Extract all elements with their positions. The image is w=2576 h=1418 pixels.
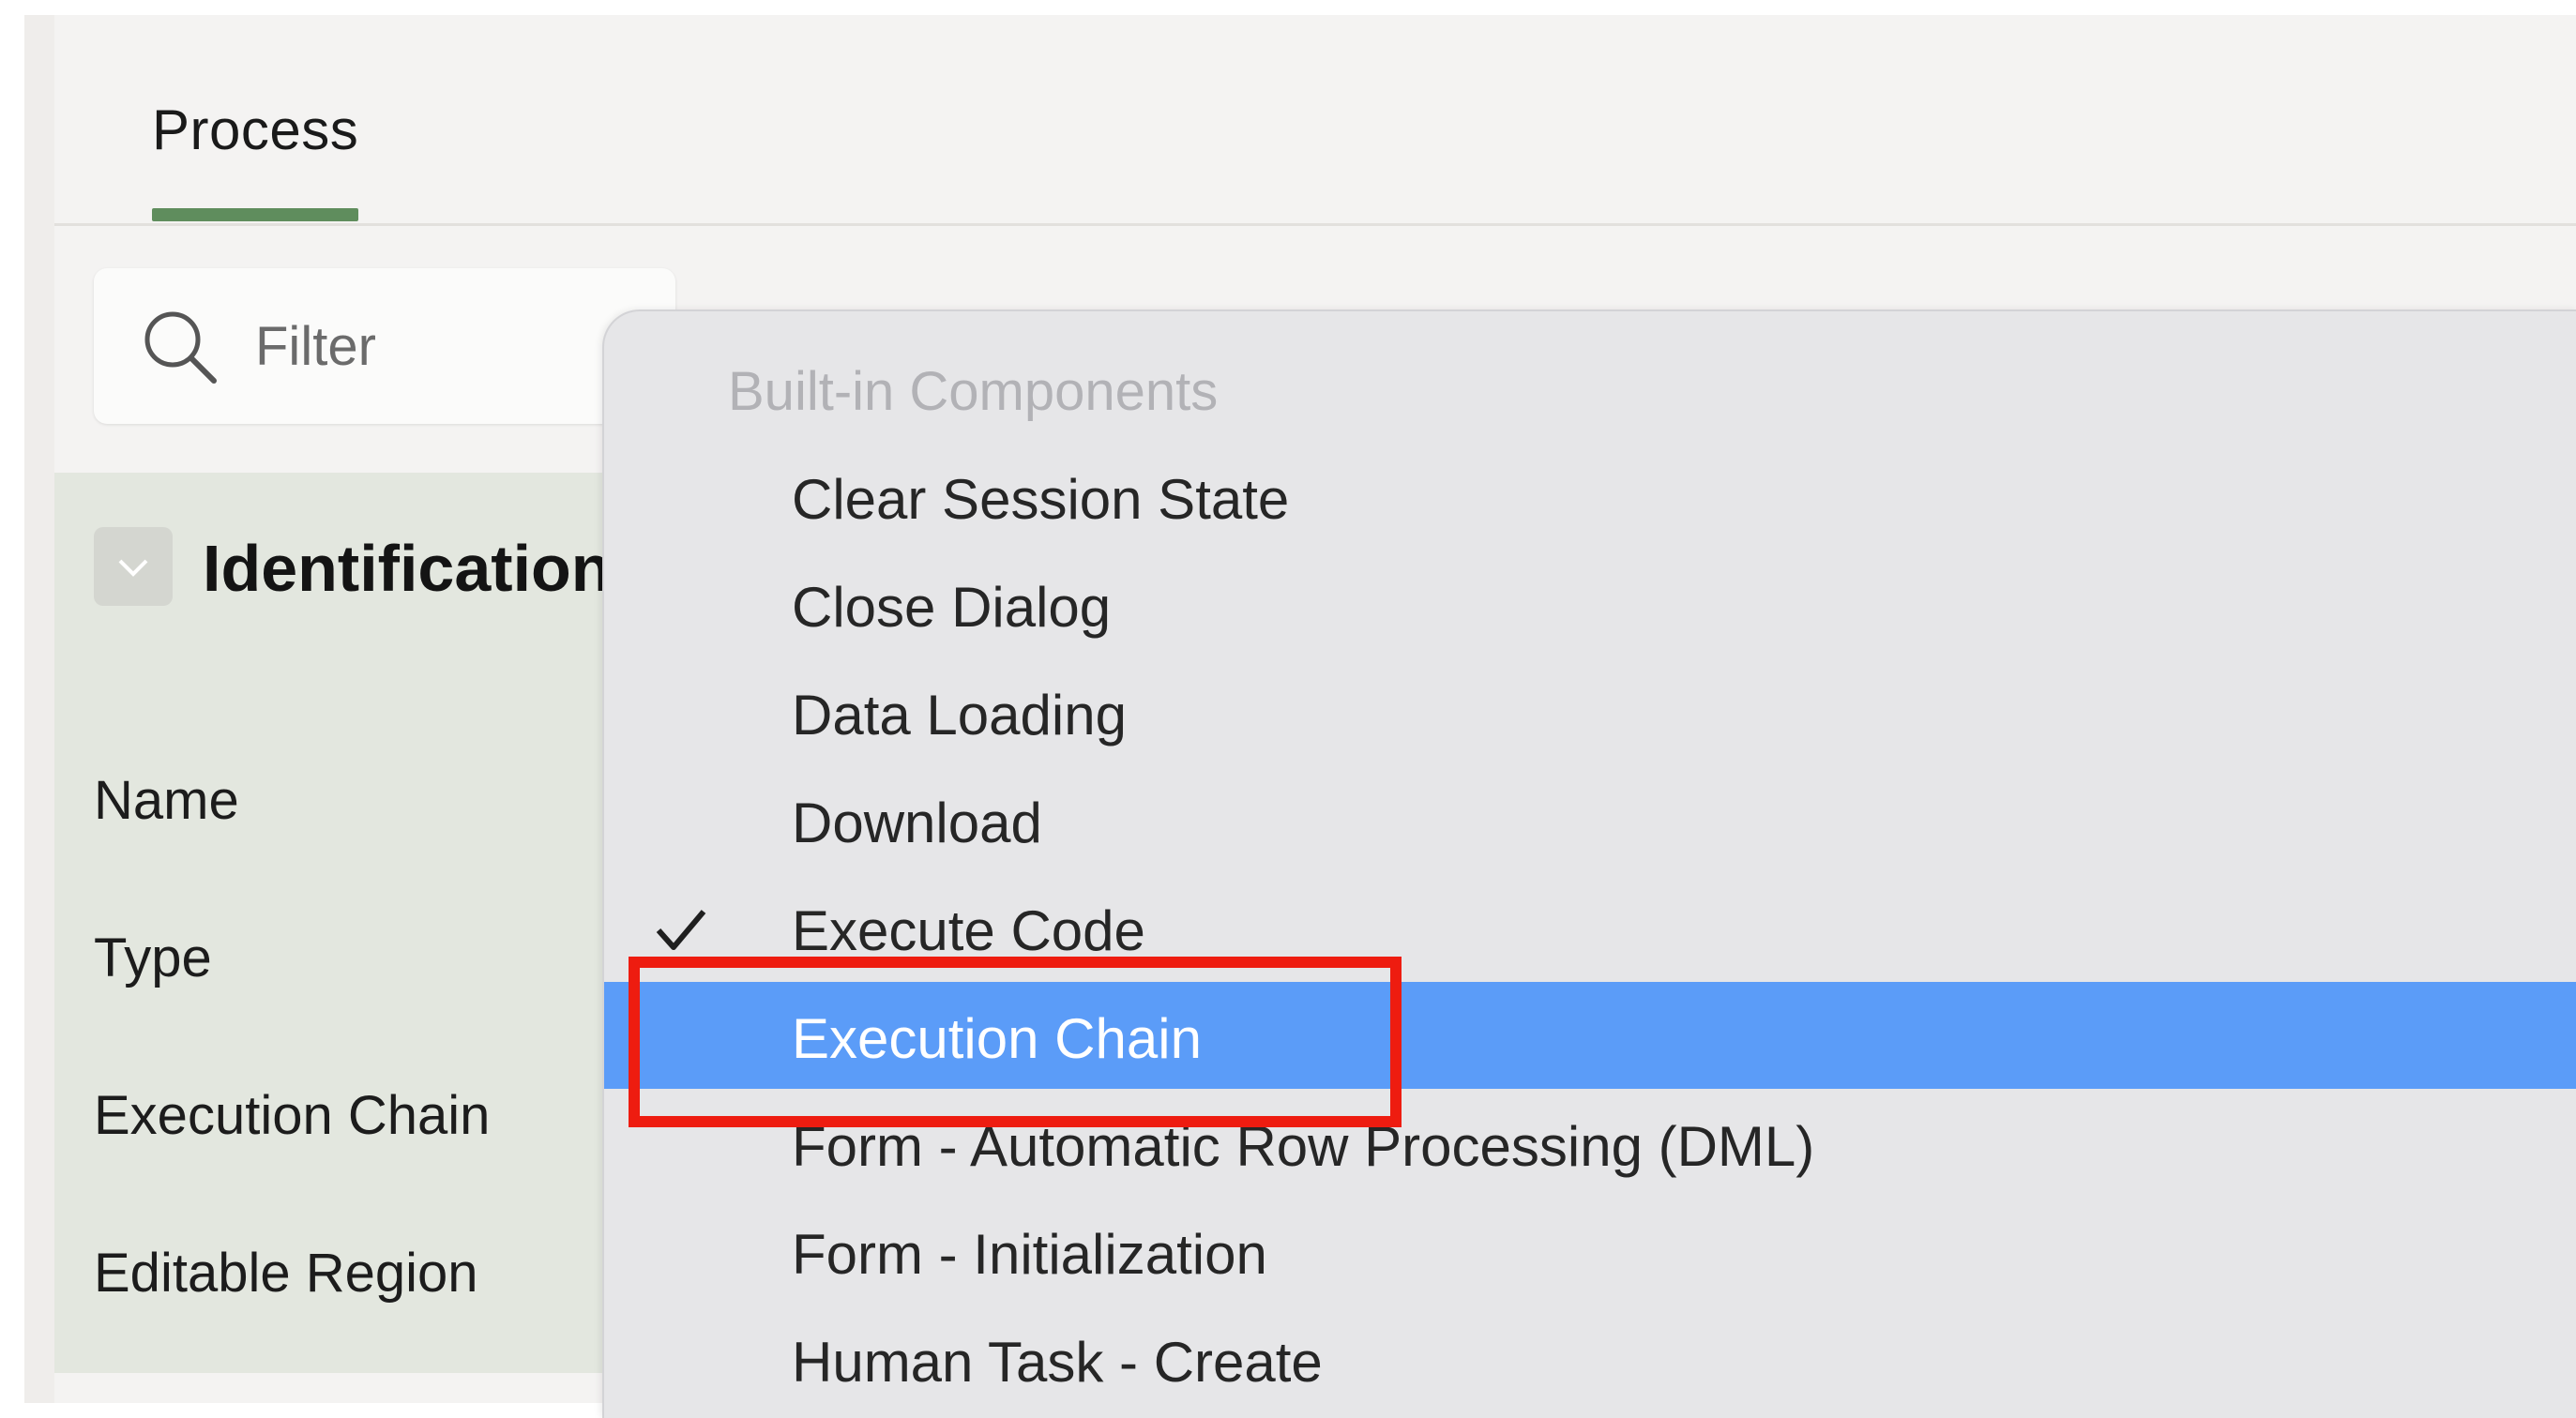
checkmark-icon — [656, 910, 706, 950]
menu-item-label: Data Loading — [792, 684, 1127, 747]
menu-item-execution-chain[interactable]: Execution Chain — [604, 982, 2576, 1089]
search-icon — [144, 311, 217, 384]
field-label-execution-chain: Execution Chain — [94, 1085, 491, 1146]
tab-process[interactable]: Process — [152, 98, 358, 162]
field-label-name: Name — [94, 770, 239, 831]
menu-item-label: Human Task - Create — [792, 1331, 1323, 1394]
menu-item-data-loading[interactable]: Data Loading — [604, 658, 2576, 765]
menu-item-label: Form - Initialization — [792, 1223, 1267, 1286]
menu-item-label: Download — [792, 792, 1042, 854]
menu-item-form-automatic-row-processing[interactable]: Form - Automatic Row Processing (DML) — [604, 1090, 2576, 1197]
chevron-down-icon — [118, 559, 148, 577]
filter-input[interactable] — [255, 304, 649, 388]
menu-item-close-dialog[interactable]: Close Dialog — [604, 551, 2576, 657]
field-label-editable-region: Editable Region — [94, 1243, 478, 1304]
menu-item-label: Execute Code — [792, 899, 1145, 962]
menu-item-label: Form - Automatic Row Processing (DML) — [792, 1115, 1815, 1178]
menu-item-human-task-create[interactable]: Human Task - Create — [604, 1305, 2576, 1412]
menu-item-download[interactable]: Download — [604, 766, 2576, 873]
section-title: Identification — [203, 532, 612, 605]
menu-group-header: Built-in Components — [728, 361, 1219, 422]
collapse-section-button[interactable] — [94, 527, 173, 606]
menu-item-form-initialization[interactable]: Form - Initialization — [604, 1198, 2576, 1305]
type-dropdown-menu: Built-in Components Clear Session State … — [602, 309, 2576, 1418]
menu-item-label: Close Dialog — [792, 576, 1112, 639]
tab-bar: Process — [54, 15, 2576, 226]
menu-item-label: Clear Session State — [792, 468, 1290, 531]
menu-item-execute-code[interactable]: Execute Code — [604, 874, 2576, 981]
menu-item-clear-session-state[interactable]: Clear Session State — [604, 443, 2576, 550]
active-tab-indicator — [152, 208, 358, 221]
filter-box[interactable] — [94, 268, 675, 424]
menu-item-label: Execution Chain — [792, 1007, 1202, 1070]
field-label-type: Type — [94, 928, 212, 988]
